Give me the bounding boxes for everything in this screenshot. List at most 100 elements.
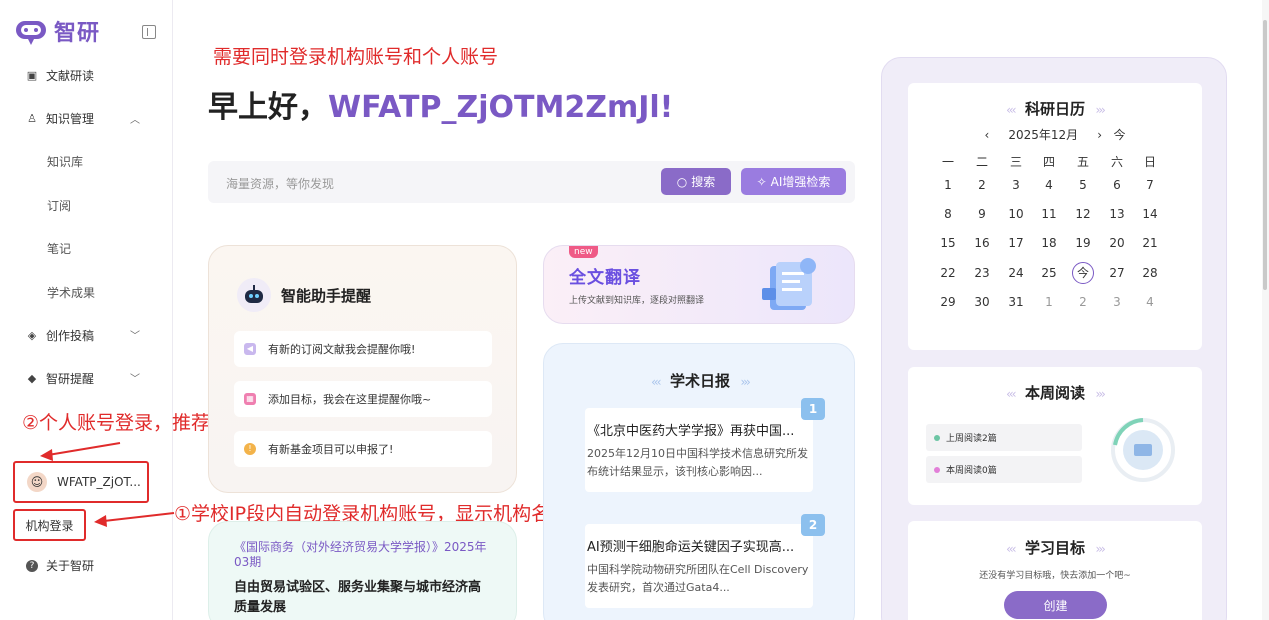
knowledge-icon: ♙ xyxy=(27,111,37,125)
chevron-left-decoration-icon: ‹‹‹ xyxy=(651,375,662,389)
chevron-right-decoration-icon: ››› xyxy=(1095,103,1106,117)
weekly-reading-title: ‹‹‹ 本周阅读 ››› xyxy=(908,382,1202,403)
search-icon: ○ xyxy=(676,174,688,189)
calendar-day[interactable]: 17 xyxy=(1006,236,1026,250)
calendar-day[interactable]: 31 xyxy=(1006,295,1026,309)
sidebar-item-notes[interactable]: 笔记 xyxy=(47,240,71,257)
book-icon: ▣ xyxy=(26,68,38,82)
chevron-down-icon[interactable]: ﹀ xyxy=(130,370,140,385)
about-link[interactable]: ? 关于智研 xyxy=(26,557,94,574)
weekly-reading-title-text: 本周阅读 xyxy=(1024,384,1085,402)
calendar-day[interactable]: 1 xyxy=(1039,295,1059,309)
calendar-day[interactable]: 20 xyxy=(1107,236,1127,250)
calendar-today[interactable]: 今 xyxy=(1072,262,1094,284)
collapse-sidebar-icon[interactable] xyxy=(142,25,156,39)
calendar-day[interactable]: 27 xyxy=(1107,266,1127,280)
today-button[interactable]: 今 xyxy=(1114,128,1126,142)
org-login-button[interactable]: 机构登录 xyxy=(13,509,86,541)
logo[interactable]: 智研 xyxy=(14,14,100,48)
sidebar-item-literature[interactable]: ▣ 文献研读 xyxy=(26,67,94,84)
chevron-up-icon[interactable]: ︿ xyxy=(130,111,140,126)
news-item[interactable]: AI预测干细胞命运关键因子实现高... 中国科学院动物研究所团队在Cell Di… xyxy=(585,514,825,608)
calendar-day[interactable]: 29 xyxy=(938,295,958,309)
tip-subscription[interactable]: ◀ 有新的订阅文献我会提醒你哦! xyxy=(234,331,492,367)
calendar-day[interactable]: 25 xyxy=(1039,266,1059,280)
search-button[interactable]: ○ 搜索 xyxy=(661,168,731,195)
tip-text: 添加目标，我会在这里提醒你哦~ xyxy=(268,393,432,406)
calendar-day[interactable]: 21 xyxy=(1140,236,1160,250)
calendar-day[interactable]: 10 xyxy=(1006,207,1026,221)
news-body: 中国科学院动物研究所团队在Cell Discovery发表研究，首次通过Gata… xyxy=(587,563,809,594)
recommended-article[interactable]: 《国际商务（对外经济贸易大学学报）》2025年03期 自由贸易试验区、服务业集聚… xyxy=(208,521,517,620)
create-goal-button[interactable]: 创建 xyxy=(1004,591,1107,619)
next-month-button[interactable]: › xyxy=(1097,128,1102,142)
calendar-day[interactable]: 2 xyxy=(1073,295,1093,309)
sidebar-item-writing[interactable]: ◈ 创作投稿 xyxy=(26,327,94,344)
calendar-day[interactable]: 12 xyxy=(1073,207,1093,221)
graduation-cap-icon: ◆ xyxy=(27,371,37,385)
sidebar-item-subscribe[interactable]: 订阅 xyxy=(47,197,71,214)
calendar-day[interactable]: 16 xyxy=(972,236,992,250)
calendar-day[interactable]: 14 xyxy=(1140,207,1160,221)
calendar-month: 2025年12月 xyxy=(1008,128,1079,142)
calendar-day[interactable]: 3 xyxy=(1006,178,1026,192)
calendar-day[interactable]: 18 xyxy=(1039,236,1059,250)
chevron-down-icon[interactable]: ﹀ xyxy=(130,327,140,342)
calendar-day[interactable]: 6 xyxy=(1107,178,1127,192)
this-week-text: 本周阅读0篇 xyxy=(946,466,997,476)
calendar-day[interactable]: 23 xyxy=(972,266,992,280)
calendar-day[interactable]: 4 xyxy=(1039,178,1059,192)
chevron-right-decoration-icon: ››› xyxy=(1095,542,1106,556)
calendar-day[interactable]: 11 xyxy=(1039,207,1059,221)
new-badge: new xyxy=(569,246,598,258)
academic-daily-card: ‹‹‹ 学术日报 ››› 《北京中医药大学学报》再获中国... 2025年12月… xyxy=(543,343,855,620)
submit-icon: ◈ xyxy=(27,328,37,342)
calendar-day[interactable]: 13 xyxy=(1107,207,1127,221)
calendar-day[interactable]: 5 xyxy=(1073,178,1093,192)
calendar-day[interactable]: 1 xyxy=(938,178,958,192)
sidebar-item-library[interactable]: 知识库 xyxy=(47,153,83,170)
news-number-badge: 1 xyxy=(801,398,825,420)
news-headline: AI预测干细胞命运关键因子实现高... xyxy=(587,540,795,555)
search-input[interactable]: 海量资源，等你发现 xyxy=(226,175,334,192)
calendar-day[interactable]: 8 xyxy=(938,207,958,221)
sidebar-item-knowledge[interactable]: ♙ 知识管理 xyxy=(26,110,94,127)
calendar-day[interactable]: 3 xyxy=(1107,295,1127,309)
assistant-card: 智能助手提醒 ◀ 有新的订阅文献我会提醒你哦! ▦ 添加目标，我会在这里提醒你哦… xyxy=(208,245,517,493)
full-text-translate-card[interactable]: new 全文翻译 上传文献到知识库，逐段对照翻译 xyxy=(543,245,855,324)
scrollbar-thumb[interactable] xyxy=(1263,20,1267,290)
pink-dot-icon xyxy=(934,466,940,473)
prev-month-button[interactable]: ‹ xyxy=(984,128,989,142)
this-week-reading: 本周阅读0篇 xyxy=(926,456,1082,483)
news-item[interactable]: 《北京中医药大学学报》再获中国... 2025年12月10日中国科学技术信息研究… xyxy=(585,398,825,492)
calendar-day[interactable]: 22 xyxy=(938,266,958,280)
speaker-icon: ◀ xyxy=(244,343,256,355)
calendar-title-text: 科研日历 xyxy=(1024,100,1085,118)
assistant-title: 智能助手提醒 xyxy=(237,278,371,312)
calendar-day[interactable]: 9 xyxy=(972,207,992,221)
calendar-day[interactable]: 4 xyxy=(1140,295,1160,309)
news-number-badge: 2 xyxy=(801,514,825,536)
logo-text: 智研 xyxy=(54,21,101,46)
assistant-title-text: 智能助手提醒 xyxy=(281,286,372,305)
calendar-day[interactable]: 15 xyxy=(938,236,958,250)
calendar-day[interactable]: 30 xyxy=(972,295,992,309)
calendar-day[interactable]: 7 xyxy=(1140,178,1160,192)
calendar-day[interactable]: 2 xyxy=(972,178,992,192)
calendar-day[interactable]: 19 xyxy=(1073,236,1093,250)
tip-goal[interactable]: ▦ 添加目标，我会在这里提醒你哦~ xyxy=(234,381,492,417)
robot-icon xyxy=(237,278,271,312)
calendar-day[interactable]: 28 xyxy=(1140,266,1160,280)
sidebar-item-reminders[interactable]: ◆ 智研提醒 xyxy=(26,370,94,387)
tip-text: 有新基金项目可以申报了! xyxy=(268,443,394,456)
sidebar-item-achievements[interactable]: 学术成果 xyxy=(47,284,95,301)
user-account-button[interactable]: ☺ WFATP_ZjOT... xyxy=(13,461,149,503)
sidebar-item-label: 智研提醒 xyxy=(46,372,95,386)
goals-empty-text: 还没有学习目标哦，快去添加一个吧~ xyxy=(979,571,1131,581)
calendar-day[interactable]: 24 xyxy=(1006,266,1026,280)
greeting-prefix: 早上好， xyxy=(208,90,328,125)
chevron-right-decoration-icon: ››› xyxy=(740,375,751,389)
tip-fund[interactable]: ! 有新基金项目可以申报了! xyxy=(234,431,492,467)
ai-search-button[interactable]: ✧ AI增强检索 xyxy=(741,168,846,195)
news-body: 2025年12月10日中国科学技术信息研究所发布统计结果显示，该刊核心影响因..… xyxy=(587,447,808,478)
